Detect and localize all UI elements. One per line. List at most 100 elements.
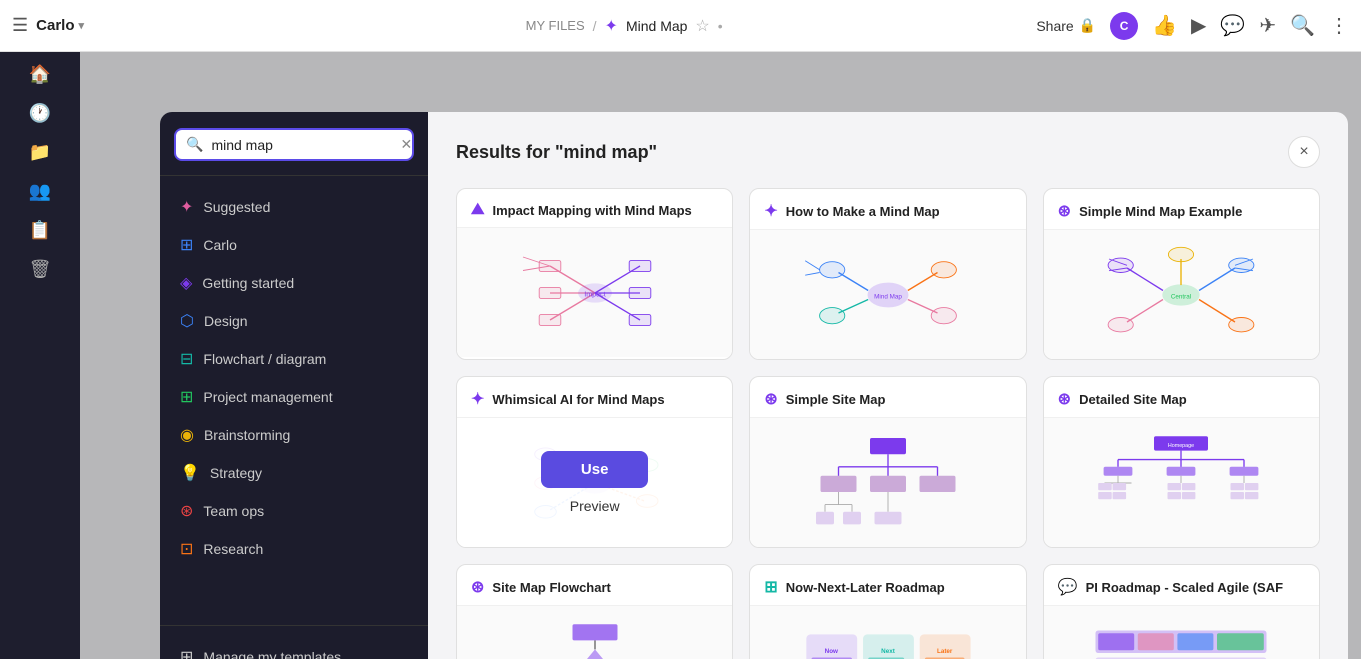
template-icon-simple-site-map: ⊛ [764, 389, 777, 409]
nav-icon-brainstorming: ◉ [180, 425, 194, 445]
search-sidebar-panel: 🔍 ✕ ✦ Suggested⊞ Carlo◈ Getting started⬡… [160, 112, 428, 659]
sidebar-home-icon[interactable]: 🏠 [29, 64, 51, 85]
hamburger-icon[interactable]: ☰ [12, 15, 28, 36]
nav-icon-project: ⊞ [180, 387, 193, 407]
user-menu[interactable]: Carlo ▾ [36, 17, 84, 34]
search-nav-item-brainstorming[interactable]: ◉ Brainstorming [160, 416, 428, 454]
comment-icon[interactable]: 💬 [1220, 13, 1245, 38]
nav-label-carlo: Carlo [203, 237, 236, 253]
search-input[interactable] [211, 137, 392, 153]
results-header: Results for "mind map" × [456, 136, 1320, 168]
template-card-how-to-make[interactable]: ✦ How to Make a Mind Map Mind Map [749, 188, 1026, 360]
template-card-impact-mapping[interactable]: ⛰ Impact Mapping with Mind Maps Impact [456, 188, 733, 360]
template-thumb-now-next-later: Now Next Later [750, 605, 1025, 659]
svg-text:Later: Later [937, 648, 953, 655]
template-card-pi-roadmap[interactable]: 💬 PI Roadmap - Scaled Agile (SAF [1043, 564, 1320, 659]
use-template-button[interactable]: Use [541, 451, 649, 488]
svg-text:Next: Next [881, 648, 896, 655]
file-name: Mind Map [626, 18, 687, 34]
template-icon-how-to-make: ✦ [764, 201, 777, 221]
search-icon[interactable]: 🔍 [1290, 13, 1315, 38]
template-header-impact-mapping: ⛰ Impact Mapping with Mind Maps [457, 189, 732, 227]
search-nav: ✦ Suggested⊞ Carlo◈ Getting started⬡ Des… [160, 176, 428, 625]
search-nav-item-suggested[interactable]: ✦ Suggested [160, 188, 428, 226]
nav-icon-carlo: ⊞ [180, 235, 193, 255]
sidebar-recent-icon[interactable]: 🕐 [29, 103, 51, 124]
nav-label-getting-started: Getting started [202, 275, 294, 291]
user-name: Carlo [36, 17, 74, 34]
share-button[interactable]: Share 🔒 [1036, 17, 1096, 34]
template-label-detailed-site-map: Detailed Site Map [1079, 392, 1187, 407]
sidebar-trash-icon[interactable]: 🗑 [29, 259, 52, 280]
sidebar-template-icon[interactable]: 📋 [29, 220, 51, 241]
play-icon[interactable]: ▶ [1191, 13, 1206, 38]
search-box-wrapper: 🔍 ✕ [160, 128, 428, 176]
preview-template-button[interactable]: Preview [570, 498, 620, 514]
template-card-simple-site-map[interactable]: ⊛ Simple Site Map [749, 376, 1026, 548]
app-sidebar: 🏠 🕐 📁 👥 📋 🗑 [0, 52, 80, 659]
template-thumb-whimsical-ai: AI Use Preview [457, 417, 732, 547]
close-button[interactable]: × [1288, 136, 1320, 168]
template-icon-pi-roadmap: 💬 [1058, 577, 1078, 597]
template-header-simple-example: ⊛ Simple Mind Map Example [1044, 189, 1319, 229]
search-nav-item-carlo[interactable]: ⊞ Carlo [160, 226, 428, 264]
template-icon-site-map-flowchart: ⊛ [471, 577, 484, 597]
template-thumb-impact-mapping: Impact [457, 227, 732, 357]
nav-icon-research: ⊡ [180, 539, 193, 559]
topbar-right: Share 🔒 C 👍 ▶ 💬 ✈ 🔍 ⋮ [1036, 12, 1349, 40]
search-nav-item-research[interactable]: ⊡ Research [160, 530, 428, 568]
template-card-now-next-later[interactable]: ⊞ Now-Next-Later Roadmap Now Next Later [749, 564, 1026, 659]
manage-templates-item[interactable]: ⊞ Manage my templates [160, 638, 428, 659]
template-thumb-how-to-make: Mind Map [750, 229, 1025, 359]
clear-search-button[interactable]: ✕ [400, 136, 412, 153]
template-header-site-map-flowchart: ⊛ Site Map Flowchart [457, 565, 732, 605]
file-type-icon: ✦ [605, 16, 618, 36]
share-icon[interactable]: ✈ [1259, 13, 1276, 38]
template-label-how-to-make: How to Make a Mind Map [786, 204, 940, 219]
template-card-whimsical-ai[interactable]: ✦ Whimsical AI for Mind Maps AI Use Prev… [456, 376, 733, 548]
content-area: 🔍 ✕ ✦ Suggested⊞ Carlo◈ Getting started⬡… [80, 52, 1361, 659]
template-thumb-detailed-site-map: Homepage [1044, 417, 1319, 547]
search-nav-item-getting-started[interactable]: ◈ Getting started [160, 264, 428, 302]
svg-text:Homepage: Homepage [1168, 443, 1194, 449]
template-card-site-map-flowchart[interactable]: ⊛ Site Map Flowchart [456, 564, 733, 659]
template-label-simple-example: Simple Mind Map Example [1079, 204, 1242, 219]
results-title: Results for "mind map" [456, 142, 657, 163]
avatar[interactable]: C [1110, 12, 1138, 40]
breadcrumb-separator: / [593, 18, 597, 34]
nav-icon-flowchart: ⊟ [180, 349, 193, 369]
breadcrumb-myfiles[interactable]: MY FILES [526, 18, 585, 33]
more-options-icon[interactable]: ⋮ [1329, 13, 1349, 38]
template-card-simple-example[interactable]: ⊛ Simple Mind Map Example Central [1043, 188, 1320, 360]
main-layout: 🏠 🕐 📁 👥 📋 🗑 🔍 ✕ ✦ Suggested⊞ Carlo◈ Gett… [0, 52, 1361, 659]
search-nav-item-design[interactable]: ⬡ Design [160, 302, 428, 340]
svg-text:Mind Map: Mind Map [874, 293, 902, 300]
search-nav-item-team-ops[interactable]: ⊛ Team ops [160, 492, 428, 530]
template-thumb-site-map-flowchart [457, 605, 732, 659]
manage-templates-label: Manage my templates [203, 649, 341, 659]
template-grid: ⛰ Impact Mapping with Mind Maps Impact ✦… [456, 188, 1320, 659]
nav-label-project: Project management [203, 389, 332, 405]
sidebar-files-icon[interactable]: 📁 [29, 142, 51, 163]
sidebar-team-icon[interactable]: 👥 [29, 181, 51, 202]
nav-label-strategy: Strategy [210, 465, 262, 481]
search-nav-item-strategy[interactable]: 💡 Strategy [160, 454, 428, 492]
template-card-detailed-site-map[interactable]: ⊛ Detailed Site Map Homepage [1043, 376, 1320, 548]
status-dot-icon: • [718, 18, 723, 34]
search-box[interactable]: 🔍 ✕ [174, 128, 414, 161]
lock-icon: 🔒 [1079, 17, 1096, 34]
svg-text:Central: Central [1171, 293, 1191, 300]
svg-text:Now: Now [825, 648, 838, 655]
search-nav-item-flowchart[interactable]: ⊟ Flowchart / diagram [160, 340, 428, 378]
template-label-pi-roadmap: PI Roadmap - Scaled Agile (SAF [1086, 580, 1283, 595]
favorite-icon[interactable]: ☆ [695, 16, 709, 36]
nav-label-team-ops: Team ops [203, 503, 264, 519]
search-nav-bottom: ⊞ Manage my templates [160, 625, 428, 659]
manage-templates-icon: ⊞ [180, 647, 193, 659]
search-nav-item-project[interactable]: ⊞ Project management [160, 378, 428, 416]
template-header-now-next-later: ⊞ Now-Next-Later Roadmap [750, 565, 1025, 605]
nav-icon-design: ⬡ [180, 311, 194, 331]
thumbs-up-icon[interactable]: 👍 [1152, 13, 1177, 38]
template-label-simple-site-map: Simple Site Map [786, 392, 886, 407]
template-label-whimsical-ai: Whimsical AI for Mind Maps [492, 392, 664, 407]
